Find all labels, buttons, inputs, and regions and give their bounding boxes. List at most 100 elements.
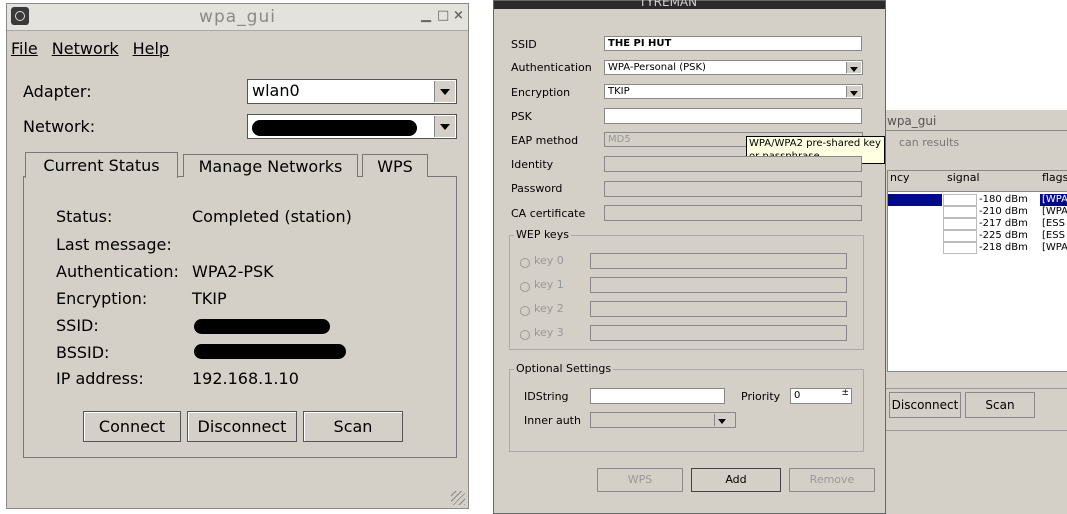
menu-network[interactable]: Network [52, 39, 119, 58]
close-icon[interactable]: × [453, 8, 464, 23]
ca-certificate-field [604, 205, 862, 221]
authentication-label: Authentication [511, 61, 592, 74]
eap-method-label: EAP method [511, 134, 579, 147]
menu-help[interactable]: Help [133, 39, 169, 58]
authentication-value: WPA2-PSK [192, 262, 274, 281]
eap-method-value: MD5 [608, 134, 631, 145]
selected-row-highlight [888, 194, 942, 206]
wep-key0-field [590, 253, 847, 269]
menu-bar: File Network Help [7, 39, 179, 61]
disconnect-button[interactable]: Disconnect [187, 411, 297, 442]
redaction-mark [194, 344, 346, 359]
ssid-field[interactable]: THE PI HUT [604, 36, 862, 51]
scan-button[interactable]: Scan [303, 411, 403, 442]
tab-current-status[interactable]: Current Status [25, 152, 178, 178]
identity-label: Identity [511, 158, 554, 171]
wep-key2-field [590, 301, 847, 317]
adapter-select[interactable]: wlan0 [247, 79, 457, 104]
encryption-select[interactable]: TKIP [604, 84, 863, 99]
optional-settings-group: Optional Settings IDString Priority 0 ± … [509, 362, 864, 452]
table-row-flags: [ESS [1042, 218, 1065, 229]
wep-key1-label: key 1 [534, 278, 564, 291]
psk-field[interactable] [604, 108, 862, 124]
wps-button: WPS [597, 468, 683, 492]
encryption-label: Encryption [511, 86, 571, 99]
adapter-label: Adapter: [23, 82, 92, 101]
table-row-signal: -180 dBm [979, 194, 1028, 205]
signal-column: -180 dBm -210 dBm -217 dBm -225 dBm -218… [943, 194, 1035, 254]
resize-grip-icon[interactable] [451, 491, 465, 505]
authentication-label: Authentication: [56, 262, 179, 281]
scan-results-table[interactable]: ncy signal flags -180 dBm -210 dBm -217 … [887, 170, 1067, 372]
table-row-signal: -218 dBm [979, 242, 1028, 253]
password-field [604, 181, 862, 197]
table-row-signal: -217 dBm [979, 218, 1028, 229]
optional-settings-title: Optional Settings [514, 362, 614, 375]
menu-file[interactable]: File [11, 39, 38, 58]
remove-button: Remove [789, 468, 875, 492]
wep-key1-radio [520, 282, 530, 292]
signal-bar [943, 218, 977, 230]
network-select[interactable] [247, 114, 457, 139]
divider [879, 130, 1067, 131]
chevron-down-icon[interactable] [846, 62, 861, 73]
chevron-down-icon [714, 414, 729, 426]
scan-results-window: wpa_gui can results ncy signal flags -18… [878, 110, 1067, 514]
wep-key2-label: key 2 [534, 302, 564, 315]
tab-wps[interactable]: WPS [362, 154, 428, 177]
wep-key0-label: key 0 [534, 254, 564, 267]
signal-bar [943, 206, 977, 218]
wep-key0-radio [520, 258, 530, 268]
network-label: Network: [23, 117, 96, 136]
wep-key3-radio [520, 330, 530, 340]
wpa-gui-window: wpa_gui ▁ □ × File Network Help Adapter: w… [6, 3, 469, 509]
table-row-flags: [WPA [1042, 242, 1067, 253]
adapter-value: wlan0 [252, 81, 300, 100]
table-row-flags: [WPA [1040, 194, 1067, 206]
encryption-label: Encryption: [56, 289, 148, 308]
redaction-mark [252, 120, 417, 136]
priority-spinbox[interactable]: 0 ± [790, 388, 852, 404]
table-row-signal: -210 dBm [979, 206, 1028, 217]
chevron-down-icon[interactable] [434, 116, 455, 137]
add-button[interactable]: Add [691, 468, 781, 492]
network-config-dialog: TYREMAN SSID THE PI HUT Authentication W… [493, 0, 886, 514]
chevron-down-icon[interactable] [846, 86, 861, 97]
tab-manage-networks[interactable]: Manage Networks [183, 154, 358, 177]
ssid-label: SSID [511, 38, 537, 51]
title-bar[interactable]: TYREMAN [494, 0, 885, 9]
wep-keys-title: WEP keys [514, 228, 571, 241]
status-label: Status: [56, 207, 113, 226]
minimize-icon[interactable]: ▁ [421, 8, 431, 23]
wep-key3-label: key 3 [534, 326, 564, 339]
column-header-frequency[interactable]: ncy [888, 171, 945, 192]
disconnect-button[interactable]: Disconnect [889, 392, 961, 418]
idstring-field[interactable] [590, 388, 725, 404]
wep-key2-radio [520, 306, 530, 316]
authentication-select[interactable]: WPA-Personal (PSK) [604, 60, 863, 75]
scan-button[interactable]: Scan [965, 392, 1035, 418]
password-label: Password [511, 182, 563, 195]
signal-bar [943, 194, 977, 206]
idstring-label: IDString [524, 390, 569, 403]
window-title: TYREMAN [639, 0, 698, 9]
status-value: Completed (station) [192, 207, 352, 226]
column-header-signal[interactable]: signal [943, 171, 1041, 192]
back-window-title: wpa_gui [887, 114, 937, 128]
column-header-flags[interactable]: flags [1038, 171, 1067, 192]
maximize-icon[interactable]: □ [437, 8, 449, 23]
table-row-flags: [ESS [1042, 230, 1065, 241]
flags-column: [WPA [WPA [ESS [ESS [WPA [1038, 194, 1067, 254]
psk-label: PSK [511, 110, 532, 123]
spin-arrows-icon[interactable]: ± [841, 387, 849, 400]
window-title: wpa_gui [199, 7, 276, 27]
ip-address-value: 192.168.1.10 [192, 369, 299, 388]
title-bar[interactable]: wpa_gui ▁ □ × [7, 4, 468, 31]
encryption-value: TKIP [608, 86, 630, 97]
connect-button[interactable]: Connect [83, 411, 181, 442]
chevron-down-icon[interactable] [434, 81, 455, 102]
signal-bar [943, 230, 977, 242]
scan-results-subtitle: can results [899, 136, 960, 149]
inner-auth-select [590, 412, 736, 428]
ip-address-label: IP address: [56, 369, 144, 388]
